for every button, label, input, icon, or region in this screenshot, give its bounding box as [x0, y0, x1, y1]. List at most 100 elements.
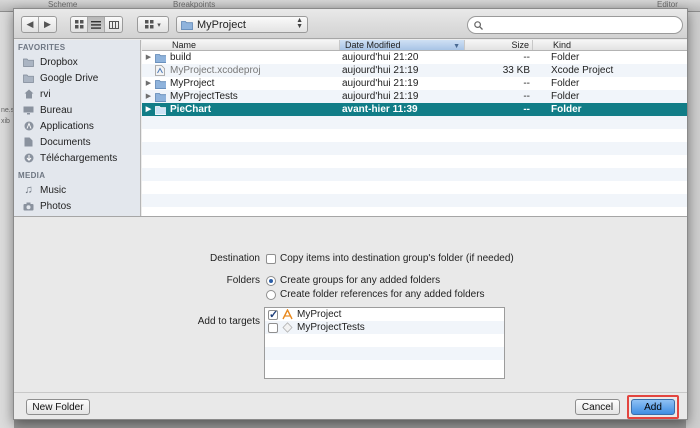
home-icon	[23, 89, 34, 99]
view-mode-segment	[70, 16, 123, 33]
file-name: MyProjectTests	[170, 91, 238, 102]
file-row-myproject[interactable]: ▶ MyProject aujourd'hui 21:19 -- Folder	[142, 77, 687, 90]
disclosure-triangle-icon[interactable]: ▶	[142, 103, 155, 116]
disclosure-triangle-icon[interactable]: ▶	[142, 77, 155, 90]
file-date: aujourd'hui 21:20	[342, 52, 419, 63]
favorites-header: FAVORITES	[18, 43, 66, 52]
target-row-myproject[interactable]: MyProject	[265, 308, 504, 321]
target-checkbox[interactable]	[268, 308, 278, 321]
file-row-myprojecttests[interactable]: ▶ MyProjectTests aujourd'hui 21:19 -- Fo…	[142, 90, 687, 103]
sidebar-item-telechargements[interactable]: Téléchargements	[14, 150, 140, 166]
file-size: --	[523, 52, 530, 63]
icon-view-button[interactable]	[71, 17, 88, 32]
back-forward-buttons: ◀ ▶	[21, 16, 57, 33]
back-button[interactable]: ◀	[22, 17, 39, 32]
sidebar-item-documents[interactable]: Documents	[14, 134, 140, 150]
folder-icon	[155, 53, 166, 63]
file-size: --	[523, 78, 530, 89]
file-date: aujourd'hui 21:19	[342, 91, 419, 102]
icon-view-icon	[74, 20, 83, 29]
folder-icon	[23, 73, 34, 83]
column-header-date-modified[interactable]: Date Modified ▼	[340, 40, 465, 50]
sidebar-item-label: Dropbox	[40, 56, 78, 68]
folder-icon	[155, 92, 166, 102]
new-folder-button[interactable]: New Folder	[26, 399, 90, 415]
file-row-piechart[interactable]: ▶ PieChart avant-hier 11:39 -- Folder	[142, 103, 687, 116]
create-folder-references-radio[interactable]	[266, 290, 276, 300]
targets-list: MyProject MyProjectTests	[264, 307, 505, 379]
file-kind: Folder	[551, 104, 582, 115]
sidebar-item-applications[interactable]: Applications	[14, 118, 140, 134]
background-inspector	[686, 12, 700, 428]
file-kind: Folder	[551, 52, 580, 63]
file-kind: Folder	[551, 78, 580, 89]
forward-button[interactable]: ▶	[39, 17, 56, 32]
folders-label: Folders	[226, 275, 260, 286]
downloads-icon	[23, 153, 34, 163]
column-view-icon	[108, 20, 119, 29]
file-name: MyProject	[170, 78, 215, 89]
target-row-myprojecttests[interactable]: MyProjectTests	[265, 321, 504, 334]
file-date: avant-hier 11:39	[342, 104, 418, 115]
search-input[interactable]	[487, 19, 667, 31]
target-checkbox[interactable]	[268, 322, 278, 333]
chevron-down-icon: ▾	[157, 21, 161, 29]
disclosure-triangle-icon[interactable]: ▶	[142, 51, 155, 64]
camera-icon	[23, 201, 34, 211]
column-header-size[interactable]: Size	[465, 40, 533, 50]
column-header-name[interactable]: Name	[142, 40, 340, 50]
file-kind: Xcode Project	[551, 65, 614, 76]
list-view-button[interactable]	[88, 17, 105, 32]
file-date: aujourd'hui 21:19	[342, 78, 419, 89]
sidebar-item-label: Photos	[40, 200, 72, 212]
disclosure-triangle-icon[interactable]: ▶	[142, 90, 155, 103]
column-view-button[interactable]	[105, 17, 122, 32]
chevron-right-icon: ▶	[44, 19, 51, 29]
search-field[interactable]	[467, 16, 683, 34]
path-popup[interactable]: MyProject ▲ ▼	[176, 16, 308, 33]
file-list: Name Date Modified ▼ Size Kind ▶ build a…	[142, 40, 687, 216]
file-size: 33 KB	[502, 65, 530, 76]
target-label: MyProjectTests	[297, 322, 365, 333]
sidebar-item-label: Documents	[40, 136, 91, 148]
grid-icon	[145, 20, 154, 29]
sidebar-item-music[interactable]: ♫ Music	[14, 182, 140, 198]
music-icon: ♫	[24, 184, 33, 196]
bg-fragment: xib	[1, 118, 10, 125]
options-pane: Destination Copy items into destination …	[14, 217, 687, 392]
path-label: MyProject	[197, 18, 246, 31]
sidebar-item-bureau[interactable]: Bureau	[14, 102, 140, 118]
file-row-xcodeproj[interactable]: MyProject.xcodeproj aujourd'hui 21:19 33…	[142, 64, 687, 77]
sidebar-item-photos[interactable]: Photos	[14, 198, 140, 214]
browser-toolbar: ◀ ▶ ▾ MyProject ▲ ▼	[14, 9, 687, 39]
arrange-button[interactable]: ▾	[137, 16, 169, 33]
desktop-icon	[23, 105, 34, 115]
copy-items-checkbox[interactable]	[266, 254, 276, 264]
sidebar-item-label: Music	[40, 184, 67, 196]
sidebar-item-google-drive[interactable]: Google Drive	[14, 70, 140, 86]
folder-icon	[155, 105, 166, 115]
folder-icon	[181, 20, 193, 30]
file-name: build	[170, 52, 192, 63]
file-name: PieChart	[170, 104, 212, 115]
file-row-build[interactable]: ▶ build aujourd'hui 21:20 -- Folder	[142, 51, 687, 64]
column-header-kind[interactable]: Kind	[533, 40, 687, 50]
file-kind: Folder	[551, 91, 580, 102]
documents-icon	[23, 137, 34, 147]
xcode-project-icon	[155, 65, 166, 76]
file-list-header: Name Date Modified ▼ Size Kind	[142, 40, 687, 51]
cancel-button[interactable]: Cancel	[575, 399, 620, 415]
copy-items-text: Copy items into destination group's fold…	[280, 253, 514, 264]
test-target-icon	[282, 322, 293, 333]
app-target-icon	[282, 309, 293, 320]
background-navigator: ne.s xib	[0, 12, 14, 428]
create-groups-radio[interactable]	[266, 276, 276, 286]
file-rows: ▶ build aujourd'hui 21:20 -- Folder MyPr…	[142, 51, 687, 216]
add-button[interactable]: Add	[631, 399, 675, 415]
sidebar-item-dropbox[interactable]: Dropbox	[14, 54, 140, 70]
add-to-targets-label: Add to targets	[197, 316, 260, 327]
search-icon	[474, 20, 483, 30]
sidebar-item-rvi[interactable]: rvi	[14, 86, 140, 102]
folder-icon	[23, 57, 34, 67]
sort-descending-icon: ▼	[453, 43, 460, 50]
